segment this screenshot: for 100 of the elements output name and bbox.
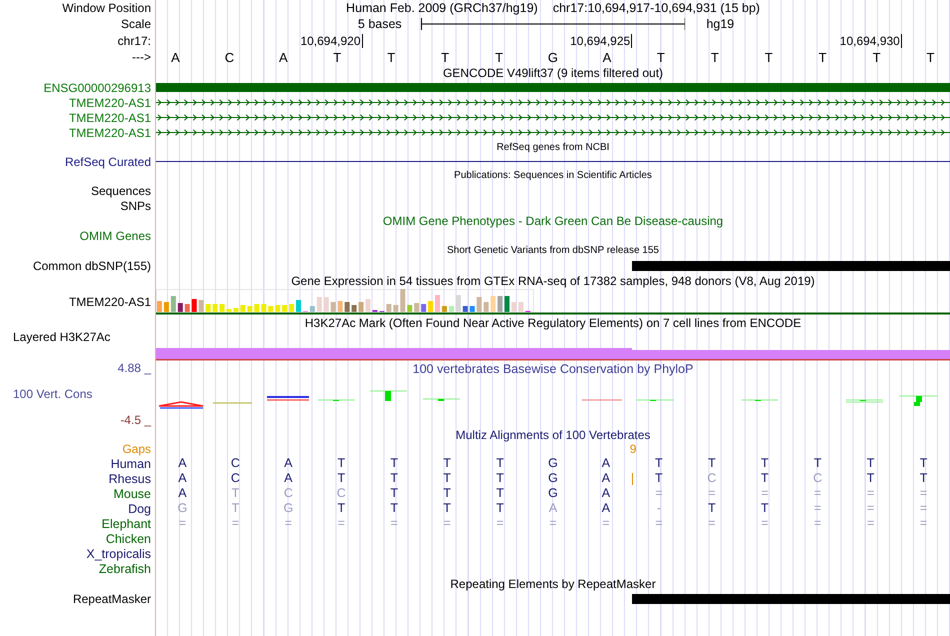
track-title: GENCODE V49lift37 (9 items filtered out) <box>442 66 664 80</box>
track-title: OMIM Gene Phenotypes - Dark Green Can Be Disease-causing <box>382 214 724 228</box>
base-letter: C <box>284 486 293 500</box>
base-letter: C <box>707 471 716 485</box>
base-letter: T <box>818 50 827 64</box>
base-letter: T <box>496 456 504 470</box>
coordinate-label: 10,694,920 <box>300 34 363 48</box>
track-label[interactable]: OMIM Genes <box>80 228 151 242</box>
base-letter: C <box>230 456 240 470</box>
base-letter: T <box>390 486 398 500</box>
base-letter: = <box>338 516 345 530</box>
base-letter: A <box>284 456 292 470</box>
base-letter: = <box>920 516 928 530</box>
species-label[interactable]: Dog <box>128 502 151 516</box>
base-letter: T <box>708 456 716 470</box>
scale-text: 5 bases <box>358 17 403 31</box>
track-label[interactable]: SNPs <box>120 198 151 212</box>
base-letter: T <box>337 456 346 470</box>
species-label[interactable]: X_tropicalis <box>86 546 151 560</box>
base-letter: G <box>548 486 558 500</box>
base-letter: = <box>284 516 292 530</box>
base-letter: T <box>920 456 928 470</box>
species-label[interactable]: Elephant <box>102 516 151 530</box>
track-label[interactable]: RepeatMasker <box>72 592 151 606</box>
base-letter: = <box>708 486 716 500</box>
base-letter: T <box>760 501 769 515</box>
base-letter: A <box>178 471 187 485</box>
row-label: Window Position <box>62 1 151 15</box>
position-text: chr17:10,694,917-10,694,931 (15 bp) <box>552 1 760 15</box>
track-label[interactable]: TMEM220-AS1 <box>68 96 151 110</box>
insertion-count: 9 <box>630 442 636 457</box>
base-letter: T <box>760 471 769 485</box>
species-label[interactable]: Rhesus <box>108 472 151 486</box>
base-letter: T <box>390 471 398 485</box>
coordinate-label: 10,694,925 <box>570 34 632 48</box>
track-label[interactable]: TMEM220-AS1 <box>68 294 151 308</box>
base-letter: = <box>549 516 557 530</box>
base-letter: C <box>336 486 346 500</box>
track-label[interactable]: 100 Vert. Cons <box>13 387 151 401</box>
base-letter: T <box>710 50 719 64</box>
track-title: RefSeq genes from NCBI <box>496 142 610 153</box>
base-letter: G <box>178 501 188 515</box>
base-letter: T <box>443 486 451 500</box>
base-letter: T <box>496 471 504 485</box>
base-letter: T <box>872 50 881 64</box>
base-letter: T <box>495 50 504 64</box>
base-letter: = <box>814 501 822 515</box>
base-letter: C <box>224 50 234 64</box>
axis-label: -4.5 _ <box>120 413 151 427</box>
species-label[interactable]: Mouse <box>113 486 151 500</box>
base-letter: T <box>926 50 934 64</box>
base-letter: T <box>390 501 398 515</box>
base-letter: = <box>920 501 928 515</box>
base-letter: = <box>866 516 874 530</box>
track-label[interactable]: ENSG00000296913 <box>44 80 151 94</box>
base-letter: - <box>656 501 661 515</box>
base-letter: = <box>920 486 928 500</box>
base-letter: A <box>178 486 187 500</box>
base-letter: T <box>496 501 504 515</box>
track-label[interactable]: Layered H3K27Ac <box>13 330 110 344</box>
base-letter: = <box>655 516 663 530</box>
track-label[interactable]: TMEM220-AS1 <box>68 126 151 140</box>
base-letter: T <box>655 471 663 485</box>
track-label[interactable]: Sequences <box>90 184 151 198</box>
track-label[interactable]: TMEM220-AS1 <box>68 110 151 124</box>
track-title: Short Genetic Variants from dbSNP release 155 <box>447 245 659 256</box>
base-letter: A <box>171 50 180 64</box>
track-title: Repeating Elements by RepeatMasker <box>450 576 656 590</box>
base-letter: = <box>814 516 822 530</box>
track-title: Publications: Sequences in Scientific Articles <box>454 170 652 181</box>
species-label[interactable]: Zebrafish <box>98 562 151 576</box>
track-title: 100 vertebrates Basewise Conservation by PhyloP <box>412 361 694 377</box>
assembly-label: hg19 <box>705 17 734 31</box>
axis-label: 4.88 _ <box>118 361 151 375</box>
track-title: H3K27Ac Mark (Often Found Near Active Regulatory Elements) on 7 cell lines from ENCODE <box>304 316 802 330</box>
base-letter: = <box>178 516 186 530</box>
base-letter: T <box>814 456 822 470</box>
base-letter: A <box>284 471 292 485</box>
base-letter: = <box>232 516 240 530</box>
base-letter: = <box>866 486 874 500</box>
track-label[interactable]: Common dbSNP(155) <box>32 258 151 272</box>
base-letter: G <box>548 456 558 470</box>
base-letter: = <box>761 486 768 500</box>
base-letter: T <box>387 50 396 64</box>
track-label[interactable]: RefSeq Curated <box>64 154 151 168</box>
species-label[interactable]: Human <box>110 456 151 470</box>
base-letter: T <box>655 456 663 470</box>
base-letter: T <box>232 501 240 515</box>
base-letter: C <box>230 471 240 485</box>
base-letter: T <box>656 50 665 64</box>
base-letter: T <box>337 501 346 515</box>
base-letter: = <box>496 516 504 530</box>
base-letter: T <box>920 471 928 485</box>
base-letter: T <box>866 456 874 470</box>
base-letter: = <box>761 516 768 530</box>
base-letter: T <box>760 456 769 470</box>
base-letter: = <box>602 516 610 530</box>
species-label[interactable]: Chicken <box>106 532 151 546</box>
coordinate-label: 10,694,930 <box>840 34 902 48</box>
strand-label: ---> <box>132 50 151 64</box>
